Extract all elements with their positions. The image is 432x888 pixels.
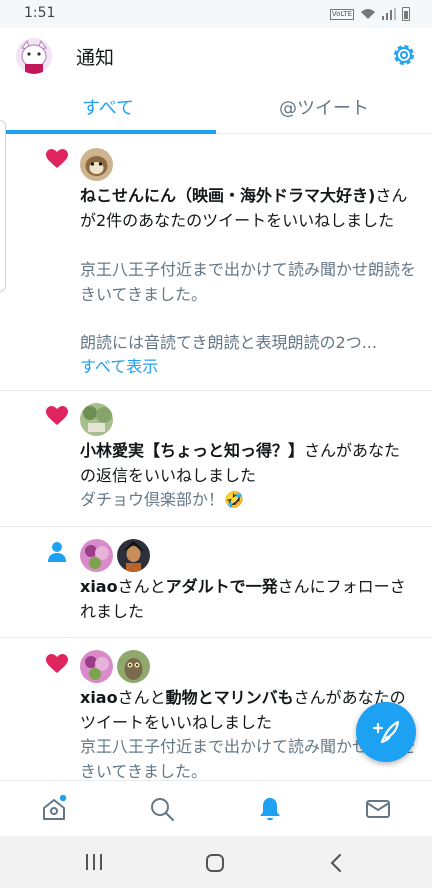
page-title: 通知 xyxy=(76,47,115,69)
mail-icon[interactable] xyxy=(364,795,392,823)
notification-item[interactable]: xiaoさんとアダルトで一発さんにフォローされました xyxy=(0,527,432,638)
actor-name[interactable]: アダルトで一発 xyxy=(166,577,278,596)
home-button-icon[interactable] xyxy=(204,852,226,874)
conjunction: さんと xyxy=(117,577,166,596)
notification-text: xiaoさんとアダルトで一発さんにフォローされました xyxy=(80,575,416,624)
avatar[interactable] xyxy=(80,148,113,181)
avatar[interactable] xyxy=(117,650,150,683)
notification-item[interactable]: ねこせんにん（映画・海外ドラマ大好き)さんが2件のあなたのツイートをいいねしまし… xyxy=(0,135,432,391)
profile-avatar[interactable] xyxy=(16,38,52,74)
wifi-icon xyxy=(361,9,375,19)
volte-icon: VoLTE xyxy=(329,8,354,20)
home-icon[interactable] xyxy=(40,795,68,823)
back-icon[interactable] xyxy=(326,852,346,874)
notification-text: ねこせんにん（映画・海外ドラマ大好き)さんが2件のあなたのツイートをいいねしまし… xyxy=(80,184,416,233)
actor-name[interactable]: xiao xyxy=(80,688,118,707)
actor-name[interactable]: ねこせんにん（映画・海外ドラマ大好き) xyxy=(80,186,375,205)
reply-preview[interactable]: ダチョウ倶楽部か！🤣 xyxy=(80,488,416,513)
app-header: 通知 xyxy=(0,28,432,84)
compose-feather-icon xyxy=(372,720,400,744)
status-time: 1:51 xyxy=(24,5,56,21)
signal-icon xyxy=(382,8,396,20)
avatar[interactable] xyxy=(80,650,113,683)
notification-text: 小林愛実【ちょっと知っ得？】さんがあなたの返信をいいねしました xyxy=(80,439,416,488)
avatar[interactable] xyxy=(117,539,150,572)
system-navigation-bar xyxy=(0,836,432,888)
tweet-preview-continued[interactable]: 朗読には音読てき朗読と表現朗読の2つ... xyxy=(80,331,416,356)
tweet-preview[interactable]: 京王八王子付近まで出かけて読み聞かせ朗読をきいてきました。 xyxy=(80,258,416,307)
actor-name[interactable]: xiao xyxy=(80,577,118,596)
actor-name[interactable]: 小林愛実【ちょっと知っ得？】 xyxy=(80,441,304,460)
actor-name[interactable]: 動物とマリンバも xyxy=(166,688,294,707)
show-all-link[interactable]: すべて表示 xyxy=(80,355,416,380)
avatar[interactable] xyxy=(80,403,113,436)
recent-apps-icon[interactable] xyxy=(84,851,104,873)
notification-item[interactable]: 小林愛実【ちょっと知っ得？】さんがあなたの返信をいいねしました ダチョウ倶楽部か… xyxy=(0,391,432,527)
notification-tabs: すべて @ツイート xyxy=(0,84,432,134)
bell-icon[interactable] xyxy=(256,795,284,823)
tab-all[interactable]: すべて xyxy=(0,84,216,134)
active-tab-indicator xyxy=(0,130,216,134)
notification-feed[interactable]: ねこせんにん（映画・海外ドラマ大好き)さんが2件のあなたのツイートをいいねしまし… xyxy=(0,135,432,780)
bottom-navigation xyxy=(0,780,432,836)
conjunction: さんと xyxy=(117,688,166,707)
gear-icon[interactable] xyxy=(390,41,418,69)
compose-tweet-button[interactable] xyxy=(356,702,416,762)
heart-icon xyxy=(46,654,68,673)
search-icon[interactable] xyxy=(148,795,176,823)
system-icons: VoLTE xyxy=(329,7,410,21)
battery-icon xyxy=(402,7,410,21)
home-badge xyxy=(59,795,67,802)
avatar[interactable] xyxy=(80,539,113,572)
status-bar: 1:51 VoLTE xyxy=(0,0,432,28)
edge-panel-handle[interactable] xyxy=(0,120,6,292)
tab-mentions[interactable]: @ツイート xyxy=(216,84,432,134)
person-icon xyxy=(48,542,66,562)
heart-icon xyxy=(46,406,68,425)
heart-icon xyxy=(46,149,68,168)
